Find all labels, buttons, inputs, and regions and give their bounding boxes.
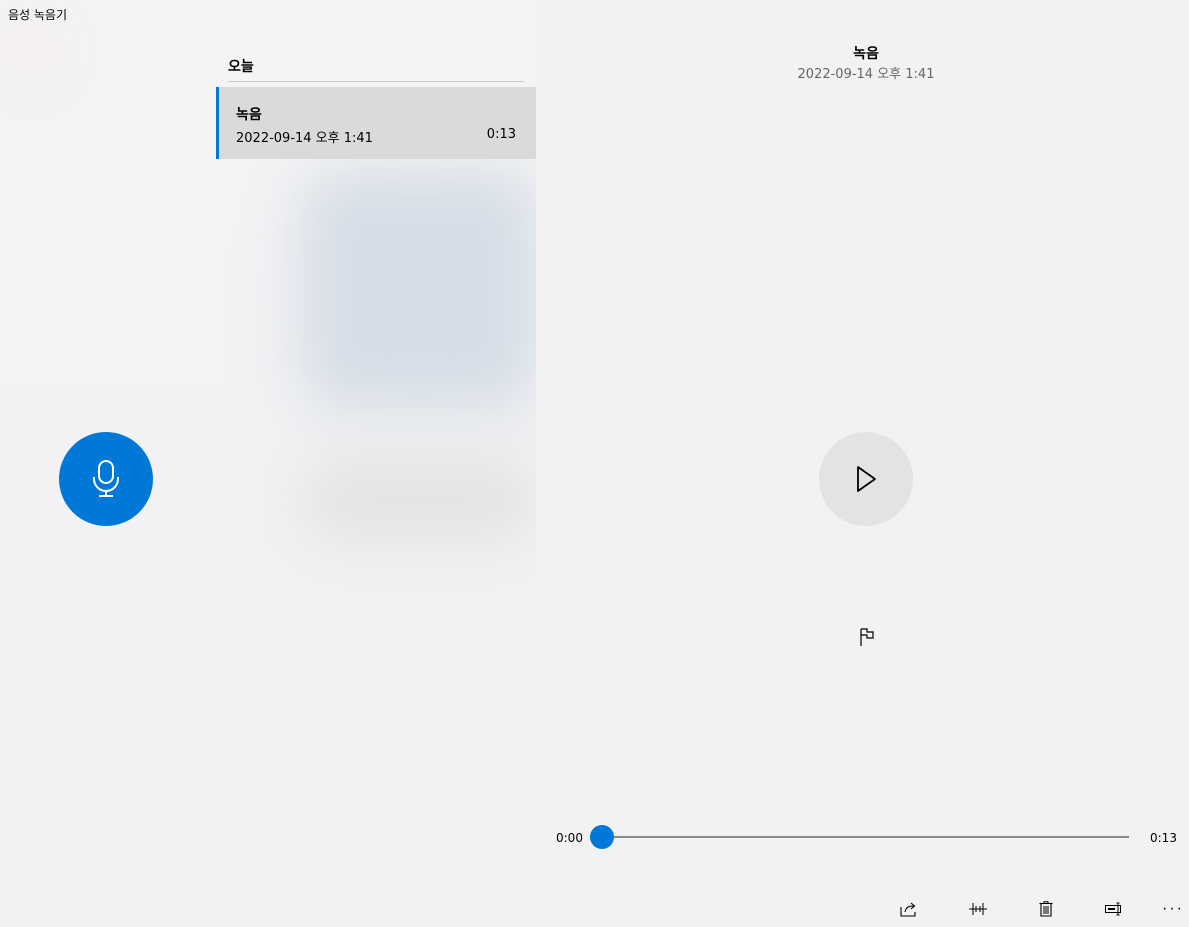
recording-date: 2022-09-14 오후 1:41 bbox=[236, 131, 373, 146]
player-title: 녹음 bbox=[853, 46, 879, 62]
player-pane: 녹음 2022-09-14 오후 1:41 0:00 0:13 ··· bbox=[536, 0, 1189, 927]
trim-icon bbox=[969, 903, 987, 915]
player-date: 2022-09-14 오후 1:41 bbox=[797, 67, 935, 82]
play-icon bbox=[857, 466, 876, 492]
more-options-button[interactable]: ··· bbox=[1158, 896, 1188, 922]
seek-thumb[interactable] bbox=[590, 825, 614, 849]
microphone-icon bbox=[93, 460, 119, 497]
delete-icon bbox=[1039, 901, 1053, 917]
seek-bar[interactable] bbox=[590, 825, 1129, 849]
total-time: 0:13 bbox=[1150, 831, 1177, 845]
delete-button[interactable] bbox=[1031, 896, 1061, 922]
recording-duration: 0:13 bbox=[486, 127, 516, 142]
list-item[interactable]: 녹음 2022-09-14 오후 1:41 0:13 bbox=[216, 87, 536, 159]
record-button[interactable] bbox=[59, 432, 153, 526]
share-icon bbox=[900, 902, 916, 917]
add-marker-button[interactable] bbox=[854, 624, 880, 650]
list-section-header: 오늘 bbox=[228, 56, 524, 82]
background-blur bbox=[300, 170, 536, 410]
current-time: 0:00 bbox=[556, 831, 583, 845]
rename-icon bbox=[1105, 902, 1121, 916]
app-title: 음성 녹음기 bbox=[8, 8, 68, 22]
play-button[interactable] bbox=[819, 432, 913, 526]
background-blur bbox=[0, 20, 60, 80]
flag-icon bbox=[860, 628, 874, 646]
recording-name: 녹음 bbox=[236, 107, 262, 123]
trim-button[interactable] bbox=[963, 896, 993, 922]
background-blur bbox=[300, 460, 536, 540]
share-button[interactable] bbox=[894, 896, 924, 922]
rename-button[interactable] bbox=[1099, 896, 1129, 922]
